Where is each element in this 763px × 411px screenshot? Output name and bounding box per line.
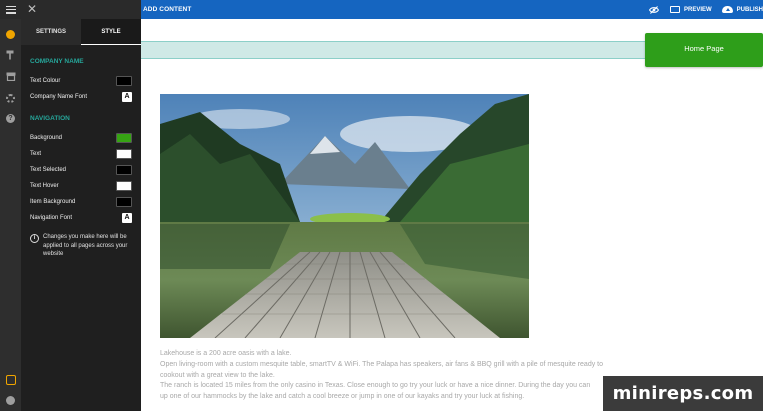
icon-rail: ? bbox=[0, 19, 21, 411]
publish-label: PUBLISH bbox=[736, 6, 763, 13]
text-selected-swatch[interactable] bbox=[116, 165, 132, 175]
publish-button[interactable]: PUBLISH bbox=[721, 6, 763, 13]
font-icon[interactable]: A bbox=[122, 92, 132, 102]
close-icon[interactable]: ✕ bbox=[22, 0, 42, 19]
background-label: Background bbox=[30, 135, 63, 141]
store-icon[interactable] bbox=[0, 69, 21, 83]
user-icon[interactable] bbox=[0, 393, 21, 407]
body-line: up one of our hammocks by the lake and c… bbox=[160, 393, 525, 401]
eye-slash-icon[interactable] bbox=[648, 5, 660, 14]
info-text: Changes you make here will be applied to… bbox=[43, 234, 128, 257]
cloud-upload-icon bbox=[721, 6, 733, 13]
text-colour-row[interactable]: Text Colour bbox=[30, 75, 132, 87]
info-note: i Changes you make here will be applied … bbox=[30, 233, 134, 259]
panel-tabs: SETTINGS STYLE bbox=[21, 19, 141, 45]
globe-icon[interactable] bbox=[0, 27, 21, 41]
preview-button[interactable]: PREVIEW bbox=[669, 6, 712, 13]
company-name-heading: COMPANY NAME bbox=[30, 58, 84, 65]
item-background-row[interactable]: Item Background bbox=[30, 196, 132, 208]
text-selected-row[interactable]: Text Selected bbox=[30, 164, 132, 176]
menu-icon[interactable] bbox=[0, 0, 21, 19]
text-colour-swatch[interactable] bbox=[116, 76, 132, 86]
hexagon-icon[interactable] bbox=[0, 373, 21, 387]
style-panel: SETTINGS STYLE COMPANY NAME Text Colour … bbox=[21, 19, 141, 411]
app-root: ✕ ADD CONTENT PREVIEW PUBLISH ? SETTINGS… bbox=[0, 0, 763, 411]
body-line: The ranch is located 15 miles from the o… bbox=[160, 382, 591, 390]
paint-roller-icon[interactable] bbox=[0, 48, 21, 62]
item-background-label: Item Background bbox=[30, 199, 76, 205]
background-row[interactable]: Background bbox=[30, 132, 132, 144]
text-hover-row[interactable]: Text Hover bbox=[30, 180, 132, 192]
help-icon[interactable]: ? bbox=[0, 111, 21, 125]
body-line: Open living-room with a custom mesquite … bbox=[160, 360, 604, 368]
text-hover-label: Text Hover bbox=[30, 183, 59, 189]
lake-photo[interactable] bbox=[160, 94, 529, 338]
monitor-icon bbox=[669, 6, 680, 13]
tab-style[interactable]: STYLE bbox=[81, 19, 141, 45]
watermark: minireps.com bbox=[603, 376, 763, 411]
nav-item-home-page[interactable]: Home Page bbox=[645, 33, 763, 67]
preview-label: PREVIEW bbox=[683, 6, 712, 13]
text-selected-label: Text Selected bbox=[30, 167, 67, 173]
page-body-text: Lakehouse is a 200 acre oasis with a lak… bbox=[160, 349, 640, 403]
text-swatch[interactable] bbox=[116, 149, 132, 159]
font-icon[interactable]: A bbox=[122, 213, 132, 223]
navigation-heading: NAVIGATION bbox=[30, 115, 70, 122]
body-line: cookout with a great view to the lake. bbox=[160, 371, 275, 379]
tab-settings[interactable]: SETTINGS bbox=[21, 19, 81, 45]
company-name-font-row[interactable]: Company Name Font A bbox=[30, 91, 132, 103]
text-label: Text bbox=[30, 151, 42, 157]
body-line: Lakehouse is a 200 acre oasis with a lak… bbox=[160, 350, 292, 357]
navigation-font-label: Navigation Font bbox=[30, 215, 73, 221]
text-hover-swatch[interactable] bbox=[116, 181, 132, 191]
company-name-font-label: Company Name Font bbox=[30, 94, 88, 100]
add-content-button[interactable]: ADD CONTENT bbox=[143, 0, 191, 19]
background-swatch[interactable] bbox=[116, 133, 132, 143]
text-colour-label: Text Colour bbox=[30, 78, 61, 84]
top-actions: PREVIEW PUBLISH bbox=[648, 0, 763, 19]
info-icon: i bbox=[30, 234, 39, 243]
item-background-swatch[interactable] bbox=[116, 197, 132, 207]
text-row[interactable]: Text bbox=[30, 148, 132, 160]
gear-icon[interactable] bbox=[0, 91, 21, 105]
navigation-font-row[interactable]: Navigation Font A bbox=[30, 212, 132, 224]
